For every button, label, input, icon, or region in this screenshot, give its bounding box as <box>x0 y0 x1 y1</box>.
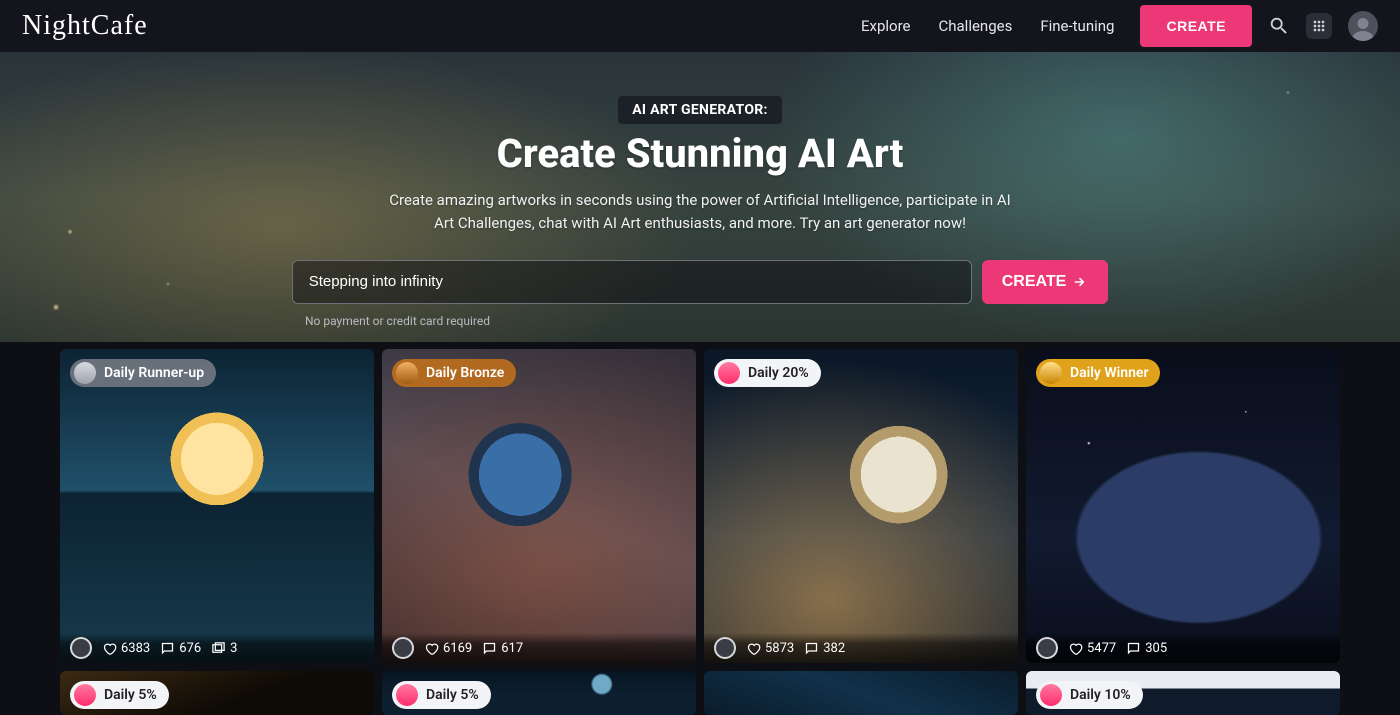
card-art <box>704 349 1018 663</box>
gallery-card[interactable]: Daily 10% <box>1026 671 1340 715</box>
award-badge: Daily Winner <box>1036 359 1160 387</box>
author-avatar[interactable] <box>392 637 414 659</box>
award-badge: Daily 5% <box>70 681 169 709</box>
likes[interactable]: 6169 <box>424 641 472 656</box>
card-stats: 5873 382 <box>704 633 1018 663</box>
award-badge: Daily Runner-up <box>70 359 216 387</box>
prompt-input[interactable] <box>292 260 972 304</box>
hero-title: Create Stunning AI Art <box>497 130 904 177</box>
comment-icon <box>482 641 497 656</box>
nav-challenges[interactable]: Challenges <box>938 17 1012 35</box>
comment-icon <box>160 641 175 656</box>
likes[interactable]: 6383 <box>102 641 150 656</box>
medal-icon <box>1040 684 1062 706</box>
heart-icon <box>746 641 761 656</box>
hero-tag: AI ART GENERATOR: <box>618 96 782 124</box>
user-avatar[interactable] <box>1348 11 1378 41</box>
heart-icon <box>424 641 439 656</box>
gallery-card[interactable]: Daily Bronze 6169 617 <box>382 349 696 663</box>
brand-logo[interactable]: NightCafe <box>22 10 148 42</box>
gallery: Daily Runner-up 6383 676 3 Daily Bronze <box>0 342 1400 715</box>
author-avatar[interactable] <box>70 637 92 659</box>
likes[interactable]: 5873 <box>746 641 794 656</box>
images-icon <box>211 641 226 656</box>
card-stats: 6169 617 <box>382 633 696 663</box>
nav-finetuning[interactable]: Fine-tuning <box>1040 17 1114 35</box>
comment-icon <box>804 641 819 656</box>
gallery-card[interactable]: Daily Winner 5477 305 <box>1026 349 1340 663</box>
search-icon[interactable] <box>1268 15 1290 37</box>
medal-icon <box>396 684 418 706</box>
award-badge: Daily Bronze <box>392 359 516 387</box>
award-badge: Daily 10% <box>1036 681 1143 709</box>
apps-icon[interactable] <box>1306 13 1332 39</box>
medal-icon <box>74 362 96 384</box>
gallery-card[interactable]: Daily 5% <box>382 671 696 715</box>
medal-icon <box>74 684 96 706</box>
badge-label: Daily 5% <box>426 687 479 703</box>
hero-note: No payment or credit card required <box>305 314 490 328</box>
author-avatar[interactable] <box>714 637 736 659</box>
gallery-card[interactable]: Daily Runner-up 6383 676 3 <box>60 349 374 663</box>
gallery-card[interactable] <box>704 671 1018 715</box>
hero-create-button[interactable]: CREATE <box>982 260 1109 304</box>
badge-label: Daily Winner <box>1070 365 1148 381</box>
comments[interactable]: 676 <box>160 641 201 656</box>
award-badge: Daily 5% <box>392 681 491 709</box>
award-badge: Daily 20% <box>714 359 821 387</box>
image-count[interactable]: 3 <box>211 641 237 656</box>
comments[interactable]: 617 <box>482 641 523 656</box>
author-avatar[interactable] <box>1036 637 1058 659</box>
arrow-right-icon <box>1072 274 1088 290</box>
prompt-row: CREATE <box>292 260 1109 304</box>
gallery-card[interactable]: Daily 20% 5873 382 <box>704 349 1018 663</box>
card-art <box>382 349 696 663</box>
heart-icon <box>1068 641 1083 656</box>
heart-icon <box>102 641 117 656</box>
hero-subtitle: Create amazing artworks in seconds using… <box>380 189 1020 236</box>
hero-create-label: CREATE <box>1002 273 1067 291</box>
nav-explore[interactable]: Explore <box>861 17 911 35</box>
card-art <box>704 671 1018 715</box>
badge-label: Daily 10% <box>1070 687 1131 703</box>
badge-label: Daily Bronze <box>426 365 504 381</box>
hero: AI ART GENERATOR: Create Stunning AI Art… <box>0 52 1400 342</box>
card-stats: 5477 305 <box>1026 633 1340 663</box>
badge-label: Daily Runner-up <box>104 365 204 381</box>
gallery-card[interactable]: Daily 5% <box>60 671 374 715</box>
card-art <box>1026 349 1340 663</box>
top-bar: NightCafe Explore Challenges Fine-tuning… <box>0 0 1400 52</box>
card-art <box>60 349 374 663</box>
comment-icon <box>1126 641 1141 656</box>
medal-icon <box>396 362 418 384</box>
badge-label: Daily 5% <box>104 687 157 703</box>
comments[interactable]: 382 <box>804 641 845 656</box>
likes[interactable]: 5477 <box>1068 641 1116 656</box>
medal-icon <box>1040 362 1062 384</box>
comments[interactable]: 305 <box>1126 641 1167 656</box>
badge-label: Daily 20% <box>748 365 809 381</box>
card-stats: 6383 676 3 <box>60 633 374 663</box>
medal-icon <box>718 362 740 384</box>
nav-create-button[interactable]: CREATE <box>1140 5 1252 47</box>
